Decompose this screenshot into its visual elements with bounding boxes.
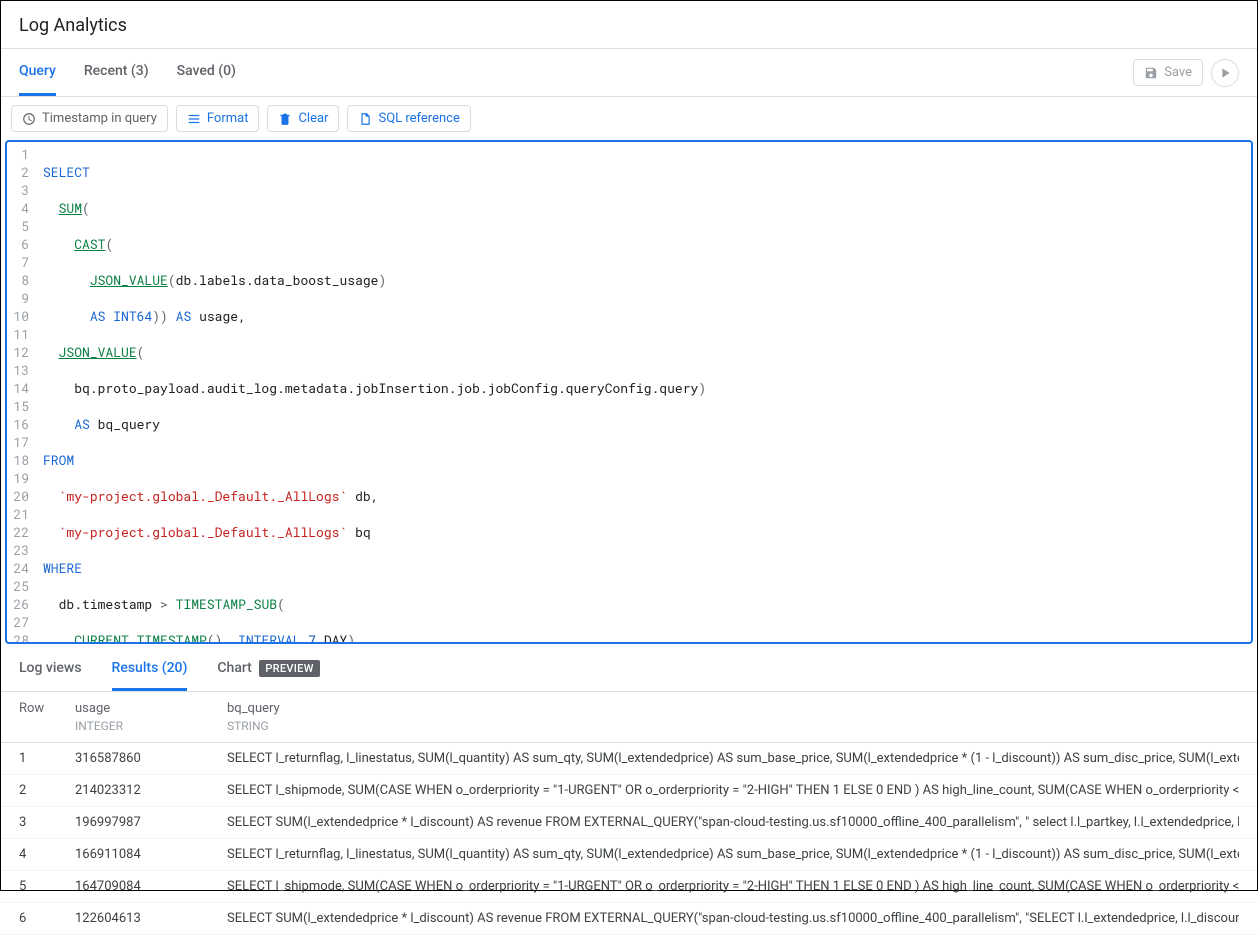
tab-chart-label: Chart — [217, 660, 251, 676]
col-bq-label: bq_query — [227, 700, 1239, 718]
primary-tabs: Query Recent (3) Saved (0) Save — [1, 49, 1257, 97]
cell-bq-query: SELECT l_returnflag, l_linestatus, SUM(l… — [227, 751, 1239, 766]
table-row[interactable]: 5164709084SELECT l_shipmode, SUM(CASE WH… — [1, 871, 1257, 903]
clock-icon — [22, 112, 36, 126]
save-button[interactable]: Save — [1133, 59, 1203, 86]
cell-row-num: 1 — [19, 751, 75, 766]
col-bq-type: STRING — [227, 718, 1239, 734]
format-label: Format — [207, 111, 249, 126]
col-usage-type: INTEGER — [75, 718, 227, 734]
sql-reference-button[interactable]: SQL reference — [347, 105, 470, 132]
format-icon — [187, 112, 201, 126]
timestamp-label: Timestamp in query — [42, 111, 157, 126]
cell-usage: 316587860 — [75, 751, 227, 766]
clear-button[interactable]: Clear — [267, 105, 339, 132]
sql-editor[interactable]: 1234567891011121314151617181920212223242… — [5, 140, 1253, 644]
save-label: Save — [1164, 65, 1192, 80]
timestamp-pill[interactable]: Timestamp in query — [11, 105, 168, 132]
tab-results[interactable]: Results (20) — [112, 648, 188, 691]
save-icon — [1144, 66, 1158, 80]
table-row[interactable]: 4166911084SELECT l_returnflag, l_linesta… — [1, 839, 1257, 871]
tab-recent[interactable]: Recent (3) — [84, 49, 149, 96]
tab-chart[interactable]: Chart PREVIEW — [217, 648, 319, 691]
table-row[interactable]: 6122604613SELECT SUM(l_extendedprice * l… — [1, 903, 1257, 935]
run-button[interactable] — [1211, 59, 1239, 87]
cell-row-num: 6 — [19, 911, 75, 926]
cell-bq-query: SELECT SUM(l_extendedprice * l_discount)… — [227, 815, 1239, 830]
cell-row-num: 2 — [19, 783, 75, 798]
table-row[interactable]: 3196997987SELECT SUM(l_extendedprice * l… — [1, 807, 1257, 839]
cell-bq-query: SELECT SUM(l_extendedprice * l_discount)… — [227, 911, 1239, 926]
cell-row-num: 3 — [19, 815, 75, 830]
cell-row-num: 5 — [19, 879, 75, 894]
doc-icon — [358, 112, 372, 126]
col-row: Row — [19, 700, 75, 734]
cell-bq-query: SELECT l_returnflag, l_linestatus, SUM(l… — [227, 847, 1239, 862]
trash-icon — [278, 112, 292, 126]
results-table-header: Row usage INTEGER bq_query STRING — [1, 692, 1257, 743]
page-header: Log Analytics — [1, 1, 1257, 49]
tab-saved[interactable]: Saved (0) — [177, 49, 236, 96]
line-gutter: 1234567891011121314151617181920212223242… — [7, 145, 39, 644]
results-table-body: 1316587860SELECT l_returnflag, l_linesta… — [1, 743, 1257, 935]
cell-bq-query: SELECT l_shipmode, SUM(CASE WHEN o_order… — [227, 879, 1239, 894]
format-button[interactable]: Format — [176, 105, 260, 132]
cell-usage: 122604613 — [75, 911, 227, 926]
cell-usage: 196997987 — [75, 815, 227, 830]
preview-badge: PREVIEW — [259, 660, 319, 677]
results-tabs: Log views Results (20) Chart PREVIEW — [1, 648, 1257, 692]
table-row[interactable]: 2214023312SELECT l_shipmode, SUM(CASE WH… — [1, 775, 1257, 807]
run-icon — [1217, 65, 1233, 81]
tab-query[interactable]: Query — [19, 49, 56, 96]
cell-usage: 214023312 — [75, 783, 227, 798]
cell-usage: 166911084 — [75, 847, 227, 862]
cell-usage: 164709084 — [75, 879, 227, 894]
code-area[interactable]: SELECT SUM( CAST( JSON_VALUE(db.labels.d… — [39, 145, 1251, 644]
editor-toolbar: Timestamp in query Format Clear SQL refe… — [1, 97, 1257, 140]
col-usage-label: usage — [75, 700, 227, 718]
page-title: Log Analytics — [19, 15, 1239, 36]
clear-label: Clear — [298, 111, 328, 126]
cell-row-num: 4 — [19, 847, 75, 862]
tab-log-views[interactable]: Log views — [19, 648, 82, 691]
table-row[interactable]: 1316587860SELECT l_returnflag, l_linesta… — [1, 743, 1257, 775]
cell-bq-query: SELECT l_shipmode, SUM(CASE WHEN o_order… — [227, 783, 1239, 798]
sqlref-label: SQL reference — [378, 111, 459, 126]
